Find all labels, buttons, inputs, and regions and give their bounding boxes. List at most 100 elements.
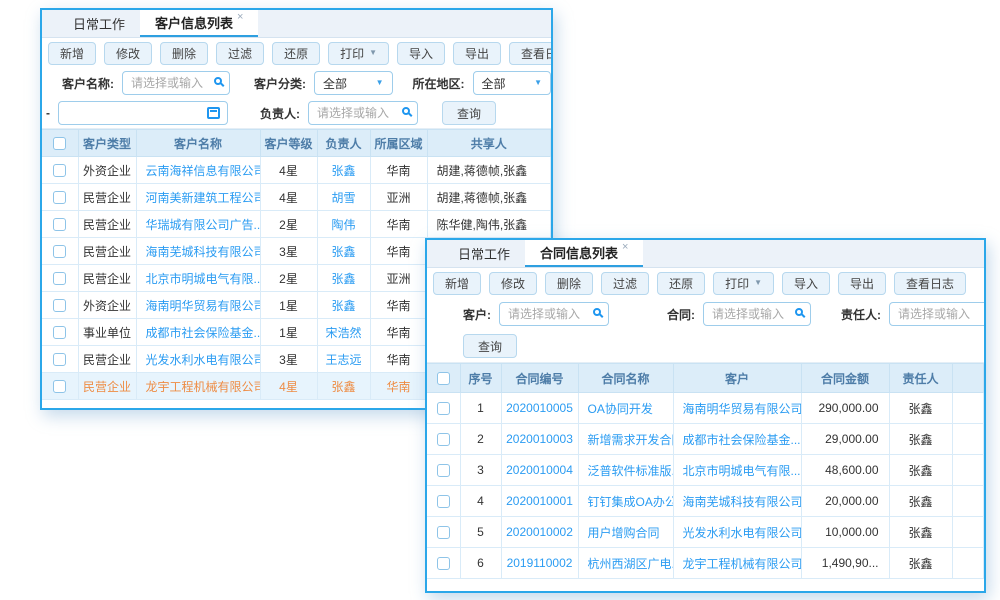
toolbar-button[interactable]: 导入 ▼ [397,42,445,65]
search-icon[interactable] [402,107,410,115]
toolbar-button[interactable]: 过滤 ▼ [216,42,264,65]
contract-code-link[interactable]: 2020010002 [506,525,573,539]
toolbar-button[interactable]: 修改 ▼ [104,42,152,65]
toolbar-button[interactable]: 还原 ▼ [657,272,705,295]
toolbar-button[interactable]: 导出 ▼ [453,42,501,65]
row-checkbox[interactable] [437,464,450,477]
contract-name-link[interactable]: 泛普软件标准版... [588,464,674,478]
contract-name-link[interactable]: OA协同开发 [588,402,653,416]
search-icon[interactable] [214,77,222,85]
query-button[interactable]: 查询 [463,334,517,358]
row-checkbox[interactable] [53,164,66,177]
customer-name-link[interactable]: 成都市社会保险基金... [146,326,261,340]
tab-daily-work[interactable]: 日常工作 [443,240,525,267]
customer-link[interactable]: 北京市明城电气有限... [683,464,801,478]
customer-link[interactable]: 成都市社会保险基金... [683,433,801,447]
region-select[interactable]: 全部 ▼ [473,71,552,95]
contract-code-link[interactable]: 2020010003 [506,432,573,446]
contract-code-link[interactable]: 2020010004 [506,463,573,477]
customer-name-link[interactable]: 华瑞城有限公司广告... [146,218,261,232]
contract-table-row[interactable]: 4 2020010001 钉钉集成OA办公 海南芜城科技有限公司 20,000.… [427,486,984,517]
select-all-checkbox[interactable] [53,137,66,150]
owner-link[interactable]: 胡雪 [331,191,355,205]
row-checkbox[interactable] [53,245,66,258]
customer-name-link[interactable]: 河南美新建筑工程公司 [146,191,261,205]
toolbar-button[interactable]: 导入 ▼ [782,272,830,295]
close-tab-icon[interactable]: × [622,242,628,253]
contract-table-row[interactable]: 5 2020010002 用户增购合同 光发水利水电有限公司 10,000.00… [427,517,984,548]
contract-name-link[interactable]: 钉钉集成OA办公 [588,495,674,509]
customer-table-row[interactable]: 民营企业 河南美新建筑工程公司 4星 胡雪 亚洲 胡建,蒋德帧,张鑫 [42,184,551,211]
row-checkbox[interactable] [53,218,66,231]
customer-link[interactable]: 光发水利水电有限公司 [683,526,802,540]
customer-name-link[interactable]: 光发水利水电有限公司 [146,353,261,367]
customer-name-link[interactable]: 海南明华贸易有限公司 [146,299,261,313]
toolbar-button[interactable]: 查看日志 ▼ [509,42,553,65]
contract-code-link[interactable]: 2020010005 [506,401,573,415]
toolbar-button[interactable]: 新增 ▼ [433,272,481,295]
toolbar-button[interactable]: 导出 ▼ [838,272,886,295]
customer-link[interactable]: 海南明华贸易有限公司 [683,402,802,416]
owner-link[interactable]: 张鑫 [331,245,355,259]
customer-name-link[interactable]: 北京市明城电气有限... [146,272,261,286]
owner-link[interactable]: 张鑫 [331,299,355,313]
tab-contract-list[interactable]: 合同信息列表 × [525,240,643,267]
contract-code-link[interactable]: 2019110002 [507,556,573,570]
owner-link[interactable]: 张鑫 [331,272,355,286]
contract-table-row[interactable]: 6 2019110002 杭州西湖区广电... 龙宇工程机械有限公司 1,490… [427,548,984,579]
customer-link[interactable]: 龙宇工程机械有限公司 [683,557,802,571]
customer-link[interactable]: 海南芜城科技有限公司 [683,495,802,509]
date-input[interactable] [58,101,228,125]
owner-link[interactable]: 张鑫 [331,164,355,178]
row-checkbox[interactable] [437,402,450,415]
customer-filter-input[interactable] [499,302,609,326]
toolbar-button[interactable]: 删除 ▼ [545,272,593,295]
row-checkbox[interactable] [53,191,66,204]
query-button[interactable]: 查询 [442,101,496,125]
row-checkbox[interactable] [53,380,66,393]
calendar-icon[interactable] [207,107,220,119]
toolbar-button[interactable]: 查看日志 ▼ [894,272,966,295]
select-all-checkbox[interactable] [437,372,450,385]
contract-table-row[interactable]: 2 2020010003 新增需求开发合同 成都市社会保险基金... 29,00… [427,424,984,455]
owner-input[interactable] [308,101,418,125]
contract-code-link[interactable]: 2020010001 [506,494,573,508]
row-checkbox[interactable] [53,353,66,366]
customer-name-link[interactable]: 海南芜城科技有限公司 [146,245,261,259]
customer-table-row[interactable]: 外资企业 云南海祥信息有限公司 4星 张鑫 华南 胡建,蒋德帧,张鑫 [42,157,551,184]
tab-daily-work[interactable]: 日常工作 [58,10,140,37]
row-checkbox[interactable] [437,433,450,446]
close-tab-icon[interactable]: × [237,12,243,23]
toolbar-button[interactable]: 还原 ▼ [272,42,320,65]
owner-link[interactable]: 陶伟 [331,218,355,232]
row-checkbox[interactable] [53,326,66,339]
row-checkbox[interactable] [53,272,66,285]
toolbar-button[interactable]: 新增 ▼ [48,42,96,65]
contract-name-link[interactable]: 新增需求开发合同 [588,433,674,447]
contract-name-link[interactable]: 杭州西湖区广电... [588,557,674,571]
contract-name-link[interactable]: 用户增购合同 [588,526,660,540]
toolbar-button[interactable]: 过滤 ▼ [601,272,649,295]
search-icon[interactable] [593,308,601,316]
toolbar-button[interactable]: 打印 ▼ [713,272,774,295]
contract-table-row[interactable]: 1 2020010005 OA协同开发 海南明华贸易有限公司 290,000.0… [427,393,984,424]
customer-toolbar: 新增 ▼ 修改 ▼ 删除 ▼ 过滤 ▼ 还原 ▼ [42,38,551,68]
customer-category-select[interactable]: 全部 ▼ [314,71,393,95]
contract-table-row[interactable]: 3 2020010004 泛普软件标准版... 北京市明城电气有限... 48,… [427,455,984,486]
toolbar-button[interactable]: 修改 ▼ [489,272,537,295]
owner-filter-input[interactable] [889,302,986,326]
customer-name-link[interactable]: 龙宇工程机械有限公司 [146,380,261,394]
customer-name-link[interactable]: 云南海祥信息有限公司 [146,164,261,178]
customer-table-row[interactable]: 民营企业 华瑞城有限公司广告... 2星 陶伟 华南 陈华健,陶伟,张鑫 [42,211,551,238]
toolbar-button[interactable]: 删除 ▼ [160,42,208,65]
owner-link[interactable]: 张鑫 [331,380,355,394]
row-checkbox[interactable] [437,526,450,539]
row-checkbox[interactable] [53,299,66,312]
tab-customer-list[interactable]: 客户信息列表 × [140,10,258,37]
owner-link[interactable]: 王志远 [325,353,361,367]
owner-link[interactable]: 宋浩然 [325,326,361,340]
row-checkbox[interactable] [437,495,450,508]
row-checkbox[interactable] [437,557,450,570]
search-icon[interactable] [795,308,803,316]
toolbar-button[interactable]: 打印 ▼ [328,42,389,65]
